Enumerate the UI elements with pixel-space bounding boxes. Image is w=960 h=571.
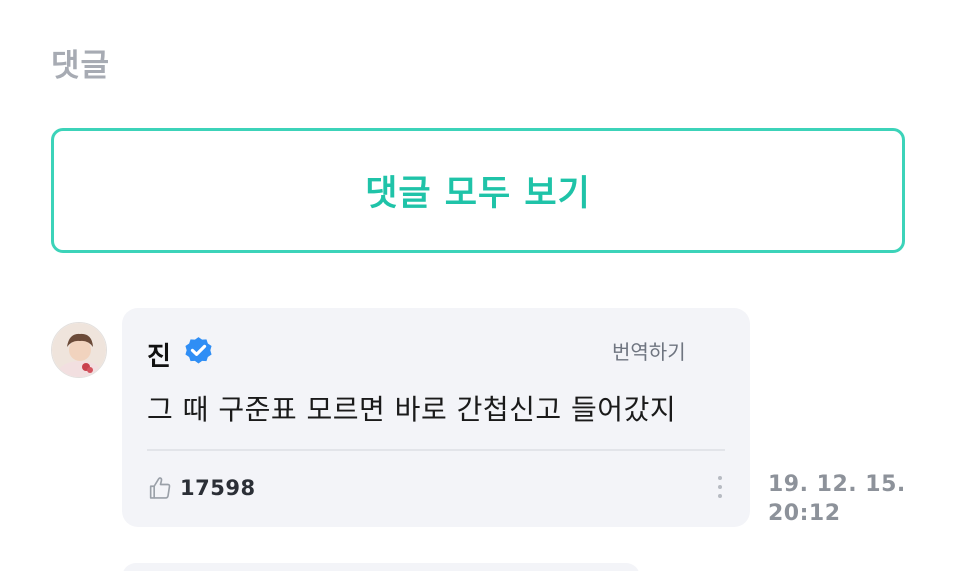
avatar-image bbox=[52, 323, 106, 377]
view-all-comments-button[interactable]: 댓글 모두 보기 bbox=[51, 128, 905, 253]
comment-card: 진 번역하기 그 때 구준표 모르면 바로 간첩신고 들어갔지 17598 bbox=[122, 308, 750, 527]
like-count: 17598 bbox=[180, 476, 256, 500]
more-vertical-icon bbox=[718, 476, 722, 480]
like-button[interactable]: 17598 bbox=[146, 474, 256, 502]
comments-section-title: 댓글 bbox=[51, 48, 111, 84]
comment-text: 그 때 구준표 모르면 바로 간첩신고 들어갔지 bbox=[147, 393, 677, 426]
view-all-comments-label: 댓글 모두 보기 bbox=[365, 174, 591, 214]
more-options-button[interactable] bbox=[712, 476, 728, 504]
verified-badge-icon bbox=[185, 337, 212, 364]
comment-time: 20:12 bbox=[768, 501, 841, 526]
comment-author-name[interactable]: 진 bbox=[147, 336, 171, 373]
translate-button[interactable]: 번역하기 bbox=[612, 336, 686, 365]
comments-page: 댓글 댓글 모두 보기 진 번역하기 그 때 구준표 모르면 바로 간첩신고 들… bbox=[0, 0, 960, 571]
next-comment-card bbox=[122, 563, 640, 571]
avatar[interactable] bbox=[51, 322, 107, 378]
comment-divider bbox=[147, 449, 725, 451]
comment-date: 19. 12. 15. bbox=[768, 472, 906, 497]
thumbs-up-icon bbox=[149, 477, 171, 499]
comment-timestamp: 19. 12. 15. 20:12 bbox=[768, 470, 906, 528]
